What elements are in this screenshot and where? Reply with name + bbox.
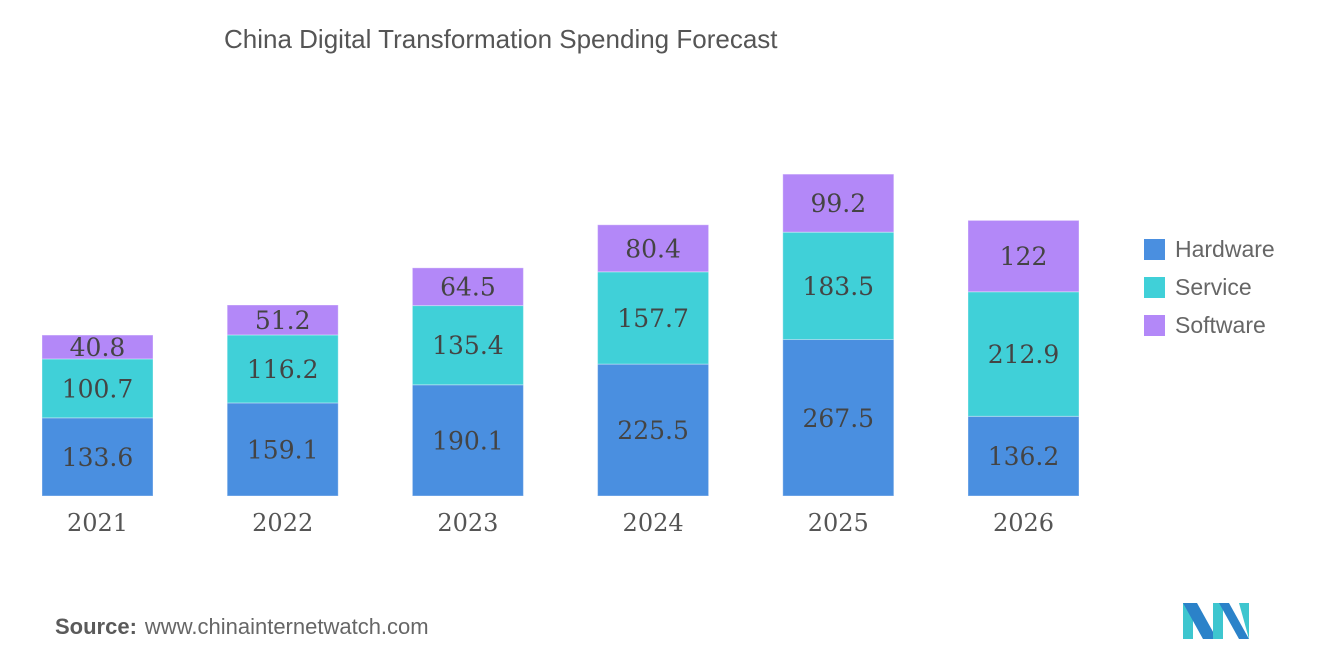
x-tick-label: 2026 [993, 509, 1054, 537]
legend-label: Service [1175, 273, 1252, 300]
data-label-service-2022: 116.2 [247, 355, 319, 384]
data-label-service-2023: 135.4 [432, 331, 504, 360]
x-tick-label: 2025 [808, 509, 869, 537]
data-label-hardware-2026: 136.2 [988, 442, 1060, 471]
data-label-service-2024: 157.7 [617, 304, 689, 333]
x-tick-label: 2021 [67, 509, 128, 537]
legend-item-service: Service [1144, 268, 1275, 306]
x-tick-label: 2023 [437, 509, 498, 537]
legend-item-hardware: Hardware [1144, 230, 1275, 268]
source-label: Source: [55, 614, 137, 639]
chart-plot: 133.6 100.7 40.8 2021 159.1 116.2 51.2 2022 190.… [41, 173, 1080, 537]
data-label-service-2021: 100.7 [62, 374, 134, 403]
data-label-software-2022: 51.2 [255, 306, 311, 335]
data-label-hardware-2021: 133.6 [62, 443, 134, 472]
legend-swatch-software [1144, 314, 1165, 336]
data-label-hardware-2023: 190.1 [432, 426, 504, 455]
legend-item-software: Software [1144, 306, 1275, 344]
data-label-software-2024: 80.4 [625, 234, 681, 263]
legend-label: Hardware [1175, 235, 1275, 262]
x-tick-label: 2022 [252, 509, 313, 537]
legend: Hardware Service Software [1144, 230, 1275, 344]
mordor-intelligence-logo-icon [1183, 603, 1249, 639]
data-label-hardware-2024: 225.5 [617, 416, 689, 445]
source-url: www.chinainternetwatch.com [144, 614, 429, 639]
data-label-service-2026: 212.9 [988, 340, 1060, 369]
x-tick-label: 2024 [623, 509, 684, 537]
data-label-software-2023: 64.5 [440, 273, 496, 302]
data-label-hardware-2022: 159.1 [247, 435, 319, 464]
legend-label: Software [1175, 311, 1266, 338]
legend-swatch-hardware [1144, 238, 1165, 260]
data-label-software-2025: 99.2 [810, 189, 866, 218]
data-label-service-2025: 183.5 [803, 272, 875, 301]
source-note: Source: www.chinainternetwatch.com [55, 614, 429, 640]
data-label-software-2021: 40.8 [70, 333, 126, 362]
data-label-software-2026: 122 [1000, 242, 1048, 271]
legend-swatch-service [1144, 276, 1165, 298]
data-label-hardware-2025: 267.5 [803, 404, 875, 433]
